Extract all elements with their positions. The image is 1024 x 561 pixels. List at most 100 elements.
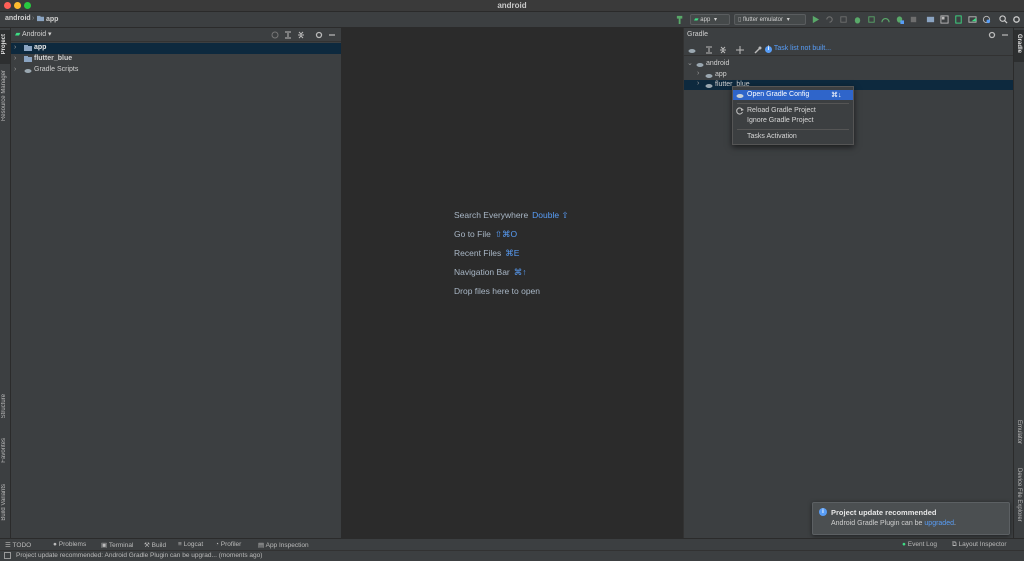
hammer-icon[interactable] bbox=[676, 15, 685, 24]
terminal-tab[interactable]: ▣ Terminal bbox=[101, 541, 133, 549]
build-tab[interactable]: ⚒ Build bbox=[144, 541, 166, 549]
expand-all-icon[interactable] bbox=[705, 46, 713, 54]
gradle-tree-root[interactable]: ⌄ android bbox=[684, 59, 1014, 69]
gradle-tree-label: android bbox=[706, 60, 730, 67]
app-inspection-tab-label: App Inspection bbox=[265, 542, 309, 549]
settings-icon[interactable] bbox=[1012, 15, 1021, 24]
window-title: android bbox=[497, 1, 527, 10]
menu-item-ignore-gradle-project[interactable]: Ignore Gradle Project bbox=[733, 116, 853, 126]
menu-item-open-gradle-config[interactable]: Open Gradle Config ⌘↓ bbox=[733, 90, 853, 100]
breadcrumb-project[interactable]: android bbox=[5, 15, 31, 22]
profiler-tab[interactable]: ◔ Profiler bbox=[215, 541, 241, 548]
folder-icon bbox=[37, 15, 44, 22]
status-message[interactable]: Project update recommended: Android Grad… bbox=[16, 552, 262, 559]
stop-icon[interactable] bbox=[909, 15, 918, 24]
tree-item-app[interactable]: › app bbox=[11, 43, 341, 54]
todo-tab-label: TODO bbox=[12, 542, 32, 549]
apply-code-changes-icon[interactable] bbox=[839, 15, 848, 24]
build-variants-tab[interactable]: Build Variants bbox=[1, 484, 7, 521]
dependencies-icon[interactable] bbox=[736, 46, 744, 54]
gradle-tool-tab[interactable]: Gradle bbox=[1014, 30, 1024, 62]
menu-item-label: Ignore Gradle Project bbox=[747, 117, 814, 124]
tree-item-label: flutter_blue bbox=[34, 55, 73, 62]
task-list-link[interactable]: Task list not built... bbox=[774, 45, 831, 52]
hint-label: Drop files here to open bbox=[454, 286, 540, 296]
attach-debugger-icon[interactable] bbox=[895, 15, 904, 24]
profile-icon[interactable] bbox=[881, 15, 890, 24]
profiler-icon: ◔ bbox=[215, 541, 219, 548]
expand-all-icon[interactable] bbox=[284, 31, 292, 39]
run-configuration-select[interactable]: ▰ app ▾ bbox=[690, 14, 730, 25]
gradle-elephant-icon bbox=[705, 84, 713, 88]
bottom-tool-bar: ☰ TODO ● Problems ▣ Terminal ⚒ Build ≡ L… bbox=[0, 538, 1024, 550]
breadcrumb-module[interactable]: app bbox=[37, 15, 58, 23]
chevron-right-icon: › bbox=[697, 70, 700, 77]
recent-files-hint: Recent Files ⌘E bbox=[454, 248, 519, 259]
upgrade-link[interactable]: upgraded bbox=[924, 520, 954, 527]
hide-panel-icon[interactable] bbox=[1001, 31, 1009, 39]
gear-icon[interactable] bbox=[315, 31, 323, 39]
profiler-tab-label: Profiler bbox=[220, 541, 242, 548]
gear-icon[interactable] bbox=[988, 31, 996, 39]
problems-tab[interactable]: ● Problems bbox=[53, 541, 86, 548]
problems-tab-label: Problems bbox=[58, 541, 87, 548]
info-icon: i bbox=[765, 46, 772, 53]
run-icon[interactable] bbox=[811, 15, 820, 24]
project-panel: ▰ Android ▾ › app › flutter_blue › Gradl… bbox=[11, 28, 341, 538]
notification-title: Project update recommended bbox=[831, 508, 937, 517]
structure-tab[interactable]: Structure bbox=[1, 394, 7, 418]
sync-icon[interactable] bbox=[940, 15, 949, 24]
logcat-tab[interactable]: ≡ Logcat bbox=[178, 541, 203, 548]
chevron-right-icon: › bbox=[14, 66, 17, 73]
chevron-down-icon: ▾ bbox=[713, 17, 717, 23]
problems-icon: ● bbox=[53, 541, 57, 548]
hint-shortcut: Double ⇧ bbox=[532, 210, 569, 220]
notification-body: Android Gradle Plugin can be upgraded. bbox=[831, 520, 956, 527]
assistant-icon[interactable] bbox=[982, 15, 991, 24]
gradle-tree-app[interactable]: › app bbox=[684, 70, 1014, 80]
coverage-icon[interactable] bbox=[867, 15, 876, 24]
editor-empty-area[interactable]: Search Everywhere Double ⇧ Go to File ⇧⌘O … bbox=[341, 28, 683, 538]
hide-panel-icon[interactable] bbox=[328, 31, 336, 39]
project-structure-icon[interactable] bbox=[926, 15, 935, 24]
todo-tab[interactable]: ☰ TODO bbox=[5, 541, 31, 549]
gradle-tree-label: app bbox=[715, 71, 727, 78]
module-folder-icon bbox=[24, 45, 32, 51]
locate-icon[interactable] bbox=[271, 31, 279, 39]
tree-item-label: Gradle Scripts bbox=[34, 66, 79, 73]
event-log-tab-label: Event Log bbox=[907, 541, 938, 548]
notification-body-text: Android Gradle Plugin can be bbox=[831, 520, 925, 527]
tree-item-gradle-scripts[interactable]: › Gradle Scripts bbox=[11, 65, 341, 76]
gradle-tool-tab-label: Gradle bbox=[1016, 34, 1022, 54]
layout-inspector-tab[interactable]: ⧉ Layout Inspector bbox=[952, 541, 1007, 549]
android-icon: ▰ bbox=[694, 17, 699, 23]
notification-body-end: . bbox=[954, 520, 956, 527]
collapse-all-icon[interactable] bbox=[719, 46, 727, 54]
reload-gradle-icon[interactable] bbox=[688, 46, 696, 54]
search-icon[interactable] bbox=[999, 15, 1008, 24]
menu-item-reload-gradle-project[interactable]: Reload Gradle Project bbox=[733, 106, 853, 116]
resource-manager-tab[interactable]: Resource Manager bbox=[1, 70, 7, 121]
debug-icon[interactable] bbox=[853, 15, 862, 24]
task-list-status[interactable]: i Task list not built... bbox=[765, 45, 831, 53]
sdk-manager-icon[interactable] bbox=[968, 15, 977, 24]
device-manager-icon[interactable] bbox=[954, 15, 963, 24]
emulator-tab[interactable]: Emulator bbox=[1016, 420, 1022, 444]
project-tool-tab[interactable]: Project bbox=[0, 30, 10, 64]
app-inspection-tab[interactable]: ▤ App Inspection bbox=[258, 541, 309, 549]
breadcrumb-module-label: app bbox=[45, 16, 59, 23]
hint-shortcut: ⇧⌘O bbox=[494, 229, 518, 239]
device-file-explorer-tab[interactable]: Device File Explorer bbox=[1016, 468, 1022, 522]
view-mode-select[interactable]: ▰ Android ▾ bbox=[15, 30, 52, 40]
tree-item-flutter-blue[interactable]: › flutter_blue bbox=[11, 54, 341, 65]
event-log-tab[interactable]: ● Event Log bbox=[902, 541, 937, 548]
apply-changes-icon[interactable] bbox=[825, 15, 834, 24]
status-toggle-icon[interactable] bbox=[4, 552, 11, 559]
notification-balloon[interactable]: i Project update recommended Android Gra… bbox=[812, 502, 1010, 535]
chevron-down-icon: ▾ bbox=[48, 31, 52, 38]
menu-item-tasks-activation[interactable]: Tasks Activation bbox=[733, 133, 853, 143]
device-select[interactable]: ▯ flutter emulator ▾ bbox=[734, 14, 806, 25]
wrench-icon[interactable] bbox=[754, 46, 762, 54]
collapse-all-icon[interactable] bbox=[297, 31, 305, 39]
favorites-tab[interactable]: Favorites bbox=[1, 438, 7, 463]
